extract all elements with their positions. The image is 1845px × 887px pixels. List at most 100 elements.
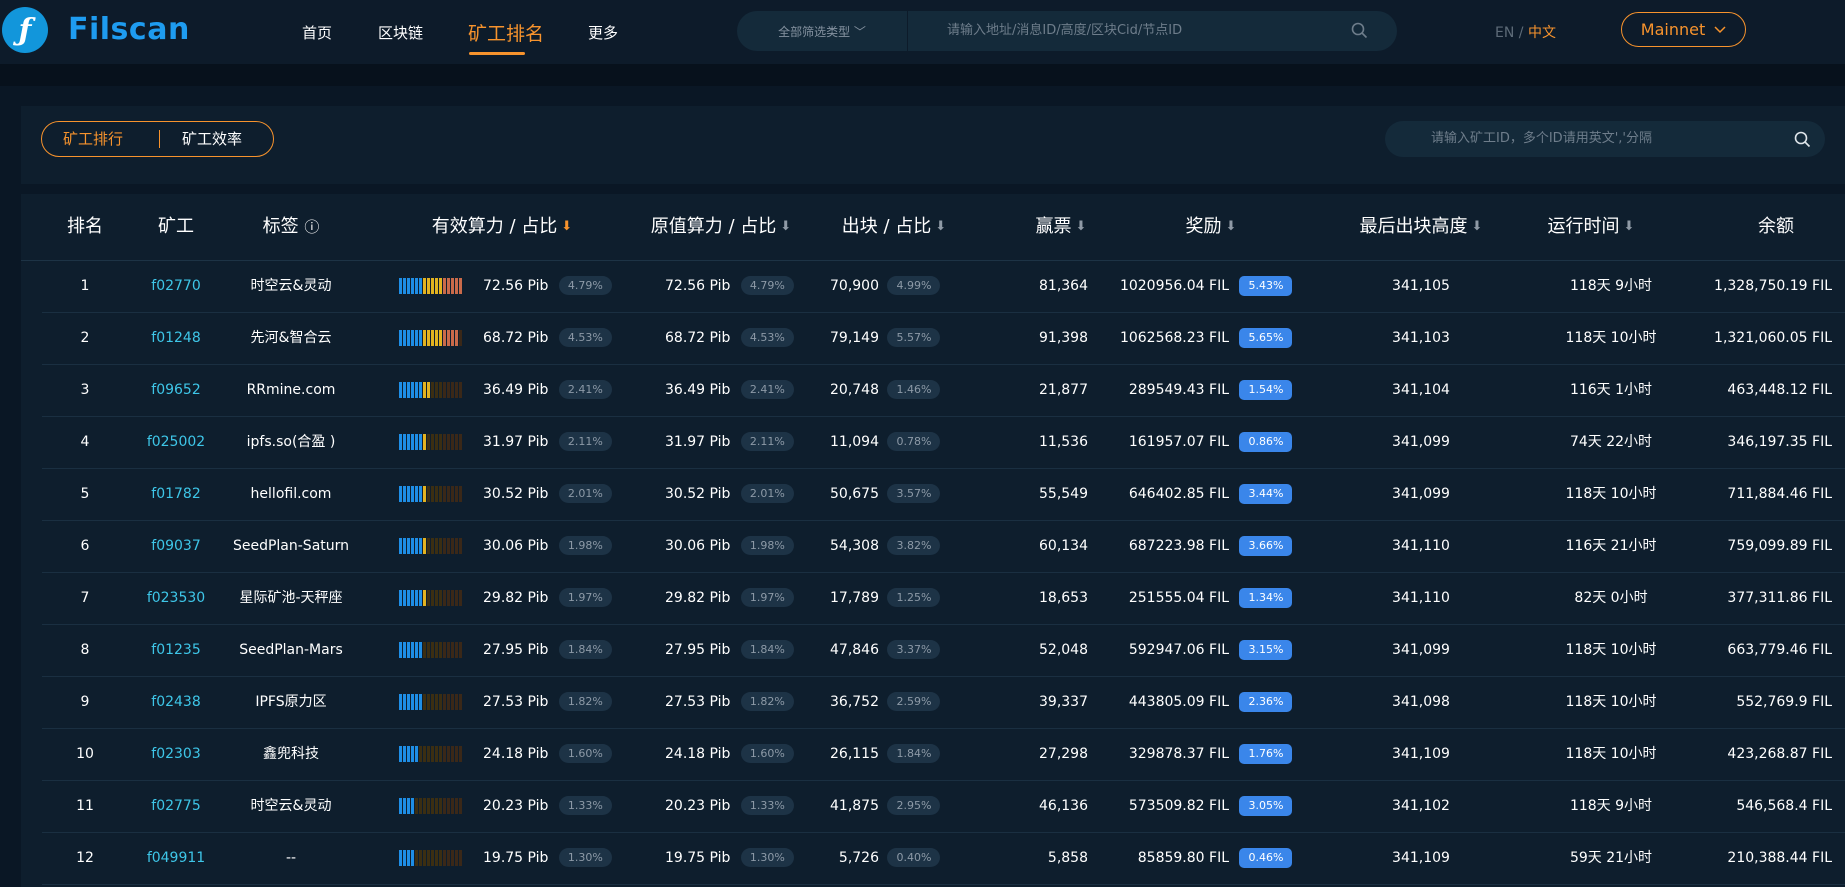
power-level-bar (399, 434, 462, 450)
nav-blockchain[interactable]: 区块链 (378, 0, 423, 64)
raw-power-value: 68.72 Pib (665, 330, 731, 346)
nav-home[interactable]: 首页 (302, 0, 332, 64)
col-rank-label: 排名 (67, 216, 103, 237)
miner-id-link[interactable]: f02303 (136, 728, 216, 780)
col-effective-power[interactable]: 有效算力 / 占比 ⬇ (402, 194, 602, 260)
info-icon[interactable]: ⓘ (304, 218, 319, 236)
table-row[interactable]: 11 f02775 时空云&灵动 20.23 Pib 1.33% 20.23 P… (42, 780, 1845, 833)
raw-power-value: 72.56 Pib (665, 278, 731, 294)
table-row[interactable]: 6 f09037 SeedPlan-Saturn 30.06 Pib 1.98%… (42, 520, 1845, 573)
reward-value: 85859.80 FIL (1137, 850, 1229, 866)
effective-power-value: 68.72 Pib (483, 330, 549, 346)
power-bar-segment (419, 278, 422, 294)
power-bar-segment (423, 850, 426, 866)
power-bar-segment (443, 850, 446, 866)
table-row[interactable]: 2 f01248 先河&智合云 68.72 Pib 4.53% 68.72 Pi… (42, 312, 1845, 365)
power-bar-segment (459, 798, 462, 814)
chevron-down-icon (1714, 25, 1726, 33)
reward-pct-badge: 1.34% (1239, 588, 1293, 608)
table-row[interactable]: 12 f049911 -- 19.75 Pib 1.30% 19.75 Pib … (42, 832, 1845, 885)
table-row[interactable]: 9 f02438 IPFS原力区 27.53 Pib 1.82% 27.53 P… (42, 676, 1845, 729)
table-row[interactable]: 10 f02303 鑫兜科技 24.18 Pib 1.60% 24.18 Pib… (42, 728, 1845, 781)
blocks-pct: 3.82% (887, 536, 941, 555)
table-row[interactable]: 4 f025002 ipfs.so(合盈 ) 31.97 Pib 2.11% 3… (42, 416, 1845, 469)
miner-id-link[interactable]: f01782 (136, 468, 216, 520)
wins: 91,398 (1039, 330, 1088, 346)
sort-desc-icon[interactable]: ⬇ (561, 194, 572, 260)
sort-icon[interactable]: ⬇ (1472, 194, 1483, 260)
power-bar-segment (443, 486, 446, 502)
power-bar-segment (451, 382, 454, 398)
search-icon[interactable] (1794, 131, 1811, 148)
power-bar-segment (411, 798, 414, 814)
brand-name[interactable]: Filscan (68, 12, 190, 47)
sort-icon[interactable]: ⬇ (780, 194, 791, 260)
power-bar-segment (403, 330, 406, 346)
raw-power: 24.18 Pib 1.60% (665, 728, 794, 780)
search-filter-dropdown[interactable]: 全部筛选类型 ﹀ (737, 11, 908, 51)
power-bar-segment (399, 434, 402, 450)
runtime: 118天 9小时 (1569, 798, 1653, 814)
lang-en[interactable]: EN (1495, 25, 1514, 41)
col-blocks[interactable]: 出块 / 占比 ⬇ (824, 194, 964, 260)
col-reward[interactable]: 奖励 ⬇ (1161, 194, 1261, 260)
effective-power-value: 36.49 Pib (483, 382, 549, 398)
table-row[interactable]: 3 f09652 RRmine.com 36.49 Pib 2.41% 36.4… (42, 364, 1845, 417)
power-bar-segment (455, 642, 458, 658)
power-bar-segment (399, 590, 402, 606)
col-runtime[interactable]: 运行时间 ⬇ (1531, 194, 1651, 260)
raw-power: 27.95 Pib 1.84% (665, 624, 794, 676)
sort-icon[interactable]: ⬇ (935, 194, 946, 260)
balance: 663,779.46 FIL (1727, 642, 1832, 658)
network-selector[interactable]: Mainnet (1621, 12, 1746, 47)
miner-search-input[interactable]: 请输入矿工ID，多个ID请用英文','分隔 (1431, 121, 1652, 157)
col-raw-power[interactable]: 原值算力 / 占比 ⬇ (631, 194, 811, 260)
miner-id-link[interactable]: f09652 (136, 364, 216, 416)
reward: 1062568.23 FIL 5.65% (1102, 312, 1332, 364)
miner-id-link[interactable]: f02770 (136, 260, 216, 312)
reward-pct-badge: 5.65% (1239, 328, 1293, 348)
blocks: 41,875 2.95% (819, 780, 999, 832)
miner-id-link[interactable]: f01248 (136, 312, 216, 364)
power-bar-segment (415, 590, 418, 606)
col-wins[interactable]: 赢票 ⬇ (1011, 194, 1111, 260)
power-bar-segment (459, 434, 462, 450)
power-bar-segment (431, 538, 434, 554)
power-bar-segment (427, 746, 430, 762)
miner-id-link[interactable]: f09037 (136, 520, 216, 572)
power-bar-segment (427, 694, 430, 710)
filscan-logo-icon[interactable]: ƒ (2, 7, 48, 53)
blocks-pct: 3.37% (887, 640, 941, 659)
sort-icon[interactable]: ⬇ (1226, 194, 1237, 260)
lang-zh[interactable]: 中文 (1528, 25, 1556, 41)
miner-id-link[interactable]: f049911 (136, 832, 216, 884)
blocks-value: 26,115 (830, 746, 879, 762)
col-last-height[interactable]: 最后出块高度 ⬇ (1336, 194, 1506, 260)
sort-icon[interactable]: ⬇ (1076, 194, 1087, 260)
tab-miner-ranking[interactable]: 矿工排行 (63, 122, 123, 156)
miner-tag: SeedPlan-Mars (239, 642, 343, 658)
search-icon[interactable] (1351, 22, 1368, 39)
power-bar-segment (427, 278, 430, 294)
miner-id-link[interactable]: f02775 (136, 780, 216, 832)
last-block-height: 341,109 (1392, 850, 1450, 866)
power-bar-segment (399, 850, 402, 866)
tab-miner-efficiency[interactable]: 矿工效率 (182, 122, 242, 156)
miner-id-link[interactable]: f01235 (136, 624, 216, 676)
reward: 592947.06 FIL 3.15% (1102, 624, 1332, 676)
reward-value: 592947.06 FIL (1128, 642, 1229, 658)
table-row[interactable]: 1 f02770 时空云&灵动 72.56 Pib 4.79% 72.56 Pi… (42, 260, 1845, 313)
table-row[interactable]: 8 f01235 SeedPlan-Mars 27.95 Pib 1.84% 2… (42, 624, 1845, 677)
miner-tag: 先河&智合云 (250, 330, 332, 346)
sort-icon[interactable]: ⬇ (1624, 194, 1635, 260)
nav-more[interactable]: 更多 (588, 0, 618, 64)
miner-id-link[interactable]: f023530 (136, 572, 216, 624)
miner-id-link[interactable]: f02438 (136, 676, 216, 728)
table-row[interactable]: 7 f023530 星际矿池-天秤座 29.82 Pib 1.97% 29.82… (42, 572, 1845, 625)
miner-id-link[interactable]: f025002 (136, 416, 216, 468)
effective-power-pct: 1.84% (558, 640, 612, 659)
global-search-input[interactable]: 请输入地址/消息ID/高度/区块Cid/节点ID (947, 11, 1182, 51)
blocks-value: 70,900 (830, 278, 879, 294)
power-bar-segment (431, 278, 434, 294)
table-row[interactable]: 5 f01782 hellofil.com 30.52 Pib 2.01% 30… (42, 468, 1845, 521)
